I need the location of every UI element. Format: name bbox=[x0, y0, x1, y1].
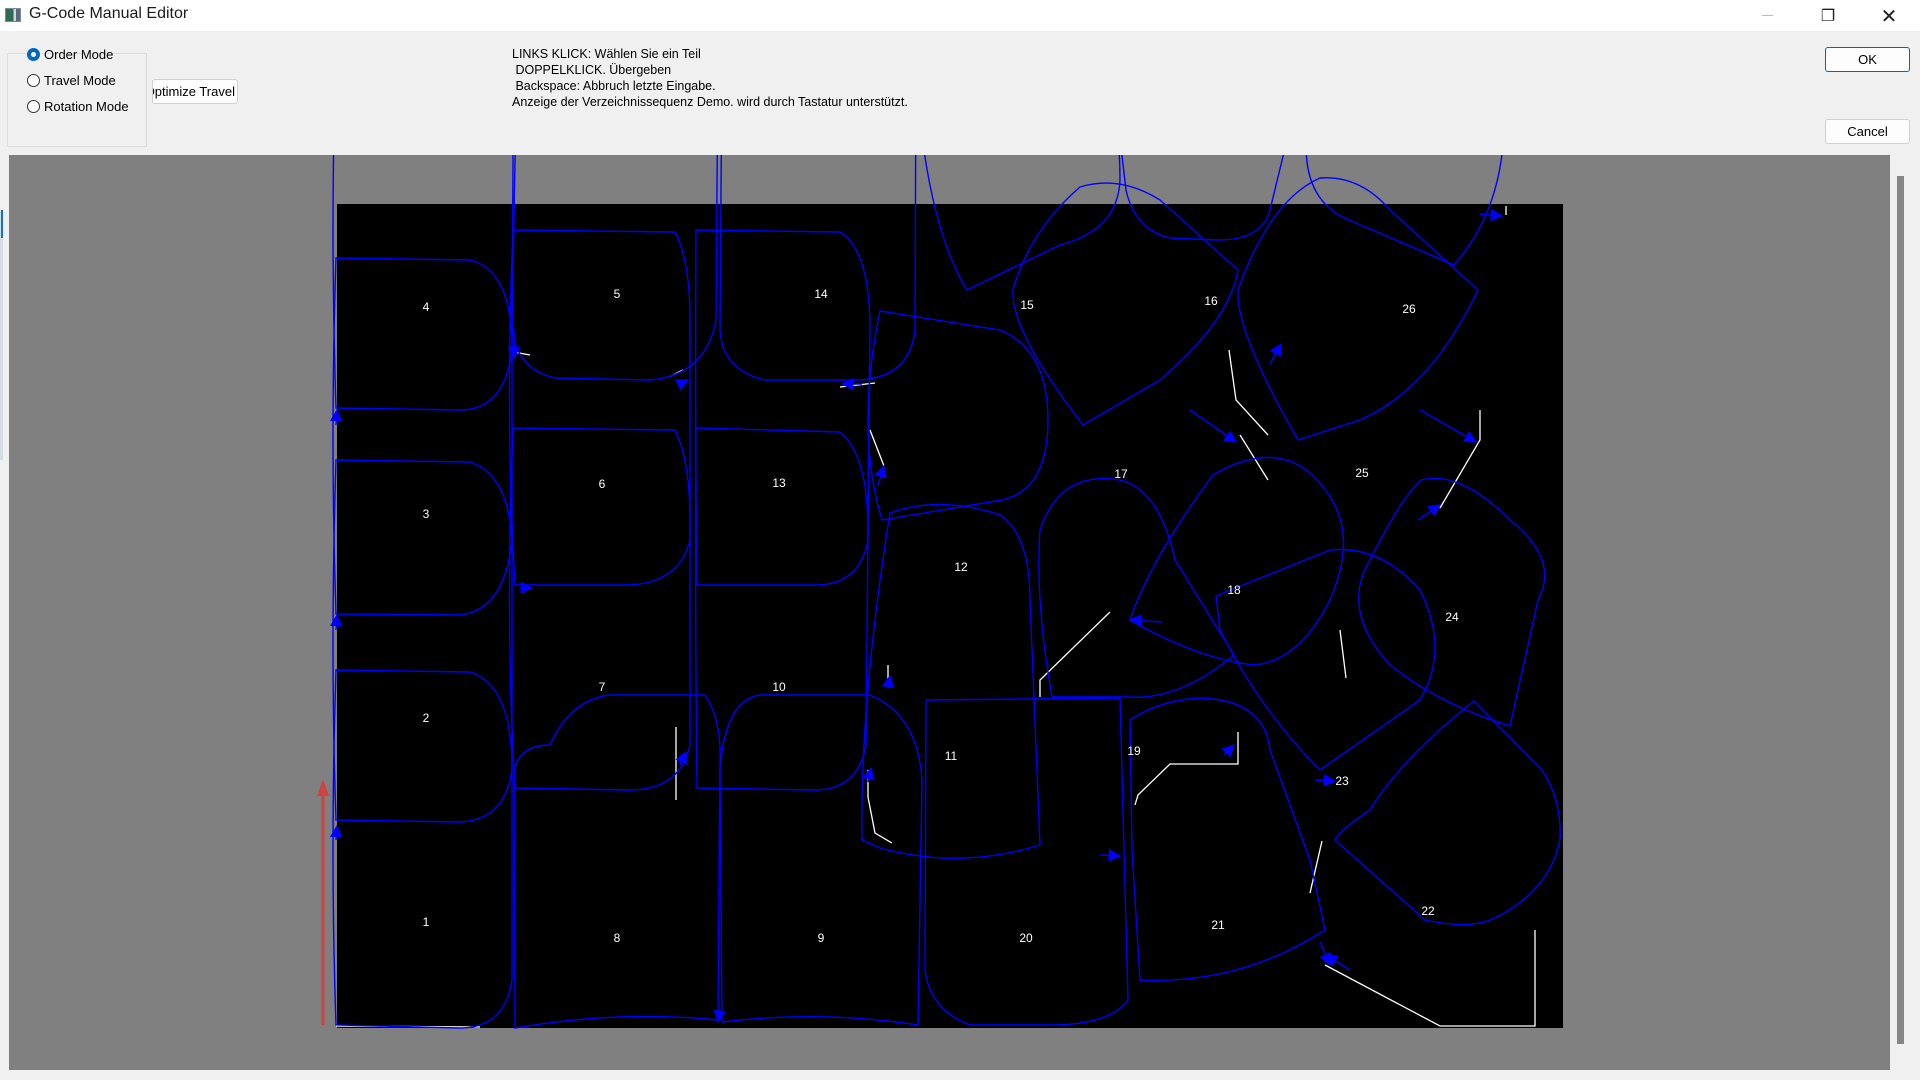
cut-direction-arrow-icon bbox=[1099, 849, 1122, 862]
cut-direction-arrow-icon bbox=[329, 408, 343, 426]
part-label-24: 24 bbox=[1445, 610, 1459, 624]
instruction-line: Anzeige der Verzeichnissequenz Demo. wir… bbox=[512, 95, 908, 109]
restore-icon: ❐ bbox=[1820, 6, 1836, 25]
part-label-8: 8 bbox=[614, 931, 621, 945]
window-edge-accent bbox=[1, 210, 3, 238]
cancel-button[interactable]: Cancel bbox=[1825, 119, 1910, 144]
radio-label: Travel Mode bbox=[44, 73, 116, 88]
minimize-icon bbox=[1761, 15, 1773, 16]
part-label-1: 1 bbox=[423, 915, 430, 929]
ok-button[interactable]: OK bbox=[1825, 47, 1910, 72]
part-label-11: 11 bbox=[945, 749, 958, 763]
optimize-travel-button[interactable]: Optimize Travel bbox=[152, 79, 238, 104]
part-label-22: 22 bbox=[1421, 904, 1435, 918]
cancel-label: Cancel bbox=[1847, 124, 1888, 139]
cut-direction-arrow-icon bbox=[329, 824, 343, 841]
part-label-12: 12 bbox=[954, 560, 968, 574]
nesting-canvas[interactable]: 1 2 3 4 5 6 7 8 9 10 11 12 13 14 15 16 17 18 19 20 21 22 23 24 2… bbox=[9, 155, 1890, 1070]
radio-unchecked-icon bbox=[27, 74, 40, 87]
part-label-6: 6 bbox=[599, 477, 606, 491]
radio-checked-icon bbox=[27, 48, 40, 61]
radio-rotation-mode[interactable]: Rotation Mode bbox=[27, 99, 129, 114]
plate-view[interactable]: 12345678 9101112131415 1617181920212223242… bbox=[9, 155, 1890, 1070]
part-label-9: 9 bbox=[818, 931, 825, 945]
vertical-scrollbar[interactable] bbox=[1897, 176, 1904, 1044]
part-label-17: 17 bbox=[1114, 467, 1128, 481]
part-label-16: 16 bbox=[1204, 294, 1218, 308]
part-label-19: 19 bbox=[1127, 744, 1141, 758]
minimize-button[interactable] bbox=[1744, 0, 1790, 31]
radio-label: Rotation Mode bbox=[44, 99, 129, 114]
optimize-travel-label: Optimize Travel bbox=[152, 84, 235, 99]
sheet-plate bbox=[337, 204, 1563, 1028]
part-label-3: 3 bbox=[423, 507, 430, 521]
ok-label: OK bbox=[1858, 52, 1877, 67]
part-label-10: 10 bbox=[772, 680, 786, 694]
part-label-13: 13 bbox=[772, 476, 786, 490]
part-label-26: 26 bbox=[1402, 302, 1416, 316]
radio-unchecked-icon bbox=[27, 100, 40, 113]
part-label-2: 2 bbox=[423, 711, 430, 725]
part-label-15: 15 bbox=[1020, 298, 1034, 312]
direction-arrow-icon bbox=[317, 779, 329, 796]
instruction-line: Backspace: Abbruch letzte Eingabe. bbox=[512, 79, 716, 93]
window-edge bbox=[0, 210, 3, 460]
part-label-21: 21 bbox=[1211, 918, 1225, 932]
close-icon: ✕ bbox=[1880, 3, 1898, 28]
radio-label: Order Mode bbox=[44, 47, 114, 62]
part-label-4: 4 bbox=[423, 300, 430, 314]
restore-button[interactable]: ❐ bbox=[1805, 0, 1851, 31]
cut-direction-arrow-icon bbox=[329, 613, 343, 631]
part-label-18: 18 bbox=[1227, 583, 1241, 597]
window-title: G-Code Manual Editor bbox=[29, 5, 189, 22]
close-button[interactable]: ✕ bbox=[1866, 0, 1912, 31]
part-label-23: 23 bbox=[1335, 774, 1349, 788]
instruction-line: LINKS KLICK: Wählen Sie ein Teil bbox=[512, 47, 701, 61]
part-label-20: 20 bbox=[1019, 931, 1033, 945]
part-label-14: 14 bbox=[814, 287, 828, 301]
part-label-25: 25 bbox=[1355, 466, 1369, 480]
radio-travel-mode[interactable]: Travel Mode bbox=[27, 73, 116, 88]
radio-order-mode[interactable]: Order Mode bbox=[27, 47, 113, 62]
part-label-5: 5 bbox=[614, 287, 621, 301]
title-bar: G-Code Manual Editor ❐ ✕ bbox=[0, 0, 1920, 31]
instructions-text: LINKS KLICK: Wählen Sie ein Teil DOPPELK… bbox=[512, 46, 908, 110]
cut-direction-arrow-icon bbox=[1314, 774, 1337, 787]
part-label-7: 7 bbox=[599, 680, 606, 694]
app-icon bbox=[5, 8, 21, 22]
instruction-line: DOPPELKLICK. Übergeben bbox=[512, 63, 672, 77]
